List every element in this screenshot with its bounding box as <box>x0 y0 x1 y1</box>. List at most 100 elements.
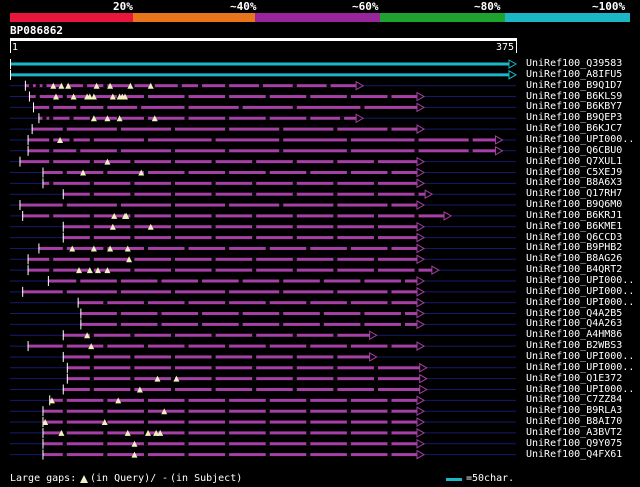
subject-gap-marker <box>265 409 270 413</box>
hit-end-arrow <box>508 69 518 80</box>
hit-label[interactable]: UniRef100_UPI000.. <box>526 362 634 373</box>
hit-label[interactable]: UniRef100_B9QEP3 <box>526 112 622 123</box>
subject-gap-marker <box>62 344 67 348</box>
hit-label[interactable]: UniRef100_B6KBY7 <box>526 101 622 112</box>
subject-gap-marker <box>225 301 230 305</box>
hit-label[interactable]: UniRef100_UPI000.. <box>526 134 634 145</box>
hit-bar <box>80 322 419 326</box>
subject-gap-marker <box>28 84 33 88</box>
hit-label[interactable]: UniRef100_Q4A263 <box>526 318 622 329</box>
subject-gap-marker <box>373 366 378 370</box>
hit-bar <box>80 312 419 316</box>
hit-end-arrow <box>416 221 426 232</box>
hit-label[interactable]: UniRef100_B6KME1 <box>526 221 622 232</box>
hit-label[interactable]: UniRef100_Q9Y075 <box>526 438 622 449</box>
hit-label[interactable]: UniRef100_Q6CCD3 <box>526 232 622 243</box>
subject-gap-marker <box>225 344 230 348</box>
hit-end-arrow <box>494 145 504 156</box>
hit-bar <box>19 203 419 207</box>
hit-label[interactable]: UniRef100_UPI000.. <box>526 384 634 395</box>
hit-label[interactable]: UniRef100_UPI000.. <box>526 297 634 308</box>
subject-gap-marker <box>373 377 378 381</box>
hit-end-arrow <box>416 124 426 134</box>
subject-gap-marker <box>211 181 216 185</box>
hit-label[interactable]: UniRef100_A8IFU5 <box>526 69 622 80</box>
subject-gap-marker <box>49 160 54 164</box>
hit-label[interactable]: UniRef100_B6KRJ1 <box>526 210 622 221</box>
subject-gap-marker <box>387 171 392 174</box>
hit-label[interactable]: UniRef100_B9Q1D7 <box>526 80 622 91</box>
hit-label[interactable]: UniRef100_C7ZZ84 <box>526 394 622 405</box>
subject-gap-marker <box>89 160 94 164</box>
subject-gap-marker <box>143 95 148 99</box>
hit-label[interactable]: UniRef100_Q6CBU0 <box>526 145 622 156</box>
hit-label[interactable]: UniRef100_B6KJC7 <box>526 123 622 134</box>
subject-gap-marker <box>184 431 189 435</box>
hit-label[interactable]: UniRef100_A4HM86 <box>526 329 622 340</box>
subject-gap-marker <box>171 333 175 337</box>
hit-label[interactable]: UniRef100_B6KLS9 <box>526 91 622 102</box>
subject-gap-marker <box>225 95 230 99</box>
subject-gap-marker <box>171 290 175 294</box>
hit-end-arrow <box>431 265 440 276</box>
hit-label[interactable]: UniRef100_B9Q6M0 <box>526 199 622 210</box>
legend-query-text: (in Query)/ <box>90 473 157 484</box>
subject-gap-marker <box>184 116 189 120</box>
subject-gap-marker <box>42 84 47 88</box>
subject-gap-marker <box>252 214 257 218</box>
query-gap-marker-icon <box>80 475 88 483</box>
hit-label[interactable]: UniRef100_A3BVT2 <box>526 427 622 438</box>
hit-label[interactable]: UniRef100_Q4A2B5 <box>526 308 622 319</box>
subject-gap-marker <box>252 333 257 337</box>
subject-gap-marker <box>171 268 175 272</box>
subject-gap-marker <box>103 301 108 305</box>
hit-label[interactable]: UniRef100_Q1E372 <box>526 373 622 384</box>
hit-label[interactable]: UniRef100_Q4FX61 <box>526 449 622 460</box>
subject-gap-marker <box>103 246 108 250</box>
subject-gap-marker <box>360 279 365 283</box>
hit-label[interactable]: UniRef100_B8A6X3 <box>526 177 622 188</box>
hit-label[interactable]: UniRef100_UPI000.. <box>526 286 634 297</box>
hit-label[interactable]: UniRef100_Q7XUL1 <box>526 156 622 167</box>
subject-gap-marker <box>346 344 351 348</box>
subject-gap-marker <box>225 290 230 294</box>
hit-label[interactable]: UniRef100_UPI000.. <box>526 351 634 362</box>
subject-gap-marker <box>306 95 311 99</box>
hit-label[interactable]: UniRef100_B4QRT2 <box>526 264 622 275</box>
subject-gap-marker <box>265 171 270 174</box>
subject-gap-marker <box>279 279 284 283</box>
hit-label[interactable]: UniRef100_B8AG26 <box>526 253 622 264</box>
subject-gap-marker <box>387 127 392 131</box>
hit-label[interactable]: UniRef100_B8AI70 <box>526 416 622 427</box>
subject-gap-marker <box>265 344 270 348</box>
subject-gap-marker <box>333 290 338 294</box>
hit-end-arrow <box>416 254 426 265</box>
hit-label[interactable]: UniRef100_B9RLA3 <box>526 405 622 416</box>
subject-gap-marker <box>116 149 121 153</box>
subject-gap-marker <box>360 105 365 109</box>
subject-gap-marker <box>265 246 270 250</box>
subject-gap-marker <box>346 409 351 413</box>
subject-gap-marker <box>69 116 74 120</box>
hit-end-arrow <box>416 438 426 449</box>
hit-label[interactable]: UniRef100_B9PHB2 <box>526 242 622 253</box>
hit-label[interactable]: UniRef100_C5XEJ9 <box>526 167 622 178</box>
subject-gap-marker <box>211 192 216 196</box>
subject-gap-marker <box>225 246 230 250</box>
subject-gap-marker <box>211 214 216 218</box>
hit-label[interactable]: UniRef100_B2WBS3 <box>526 340 622 351</box>
hit-end-arrow <box>369 352 378 362</box>
hit-label[interactable]: UniRef100_Q39583 <box>526 58 622 69</box>
subject-gap-marker <box>238 279 243 283</box>
subject-gap-marker <box>306 301 311 305</box>
hit-label[interactable]: UniRef100_Q17RH7 <box>526 188 622 199</box>
subject-gap-marker <box>414 192 419 196</box>
subject-gap-marker <box>252 236 257 240</box>
subject-gap-marker <box>292 333 297 337</box>
hit-label[interactable]: UniRef100_UPI000.. <box>526 275 634 286</box>
hit-bar <box>27 257 419 261</box>
hit-end-arrow <box>416 395 426 406</box>
hit-end-arrow <box>355 113 365 124</box>
subject-gap-marker <box>89 214 94 218</box>
hit-bar <box>66 377 421 381</box>
